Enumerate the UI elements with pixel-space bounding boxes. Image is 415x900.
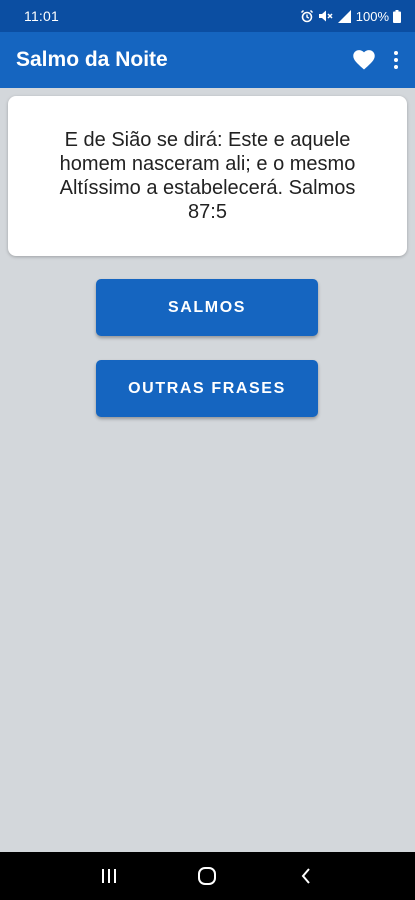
back-icon[interactable] [286,856,326,896]
system-nav-bar [0,852,415,900]
more-vert-icon[interactable] [393,50,399,70]
alarm-icon [300,9,314,23]
status-icons: 100% [300,9,401,24]
salmos-button[interactable]: SALMOS [96,279,318,336]
signal-icon [337,9,352,23]
recents-icon[interactable] [89,856,129,896]
battery-icon [393,9,401,23]
app-title: Salmo da Noite [16,48,168,71]
app-actions [353,50,399,70]
verse-text: E de Sião se dirá: Este e aquele homem n… [59,129,356,223]
status-time: 11:01 [24,8,59,24]
home-icon[interactable] [187,856,227,896]
app-bar: Salmo da Noite [0,32,415,88]
verse-card: E de Sião se dirá: Este e aquele homem n… [8,96,407,256]
battery-text: 100% [355,8,389,24]
status-bar: 11:01 100% [0,0,415,32]
heart-icon[interactable] [353,50,375,70]
mute-icon [318,9,333,23]
outras-frases-button[interactable]: OUTRAS FRASES [96,360,318,417]
